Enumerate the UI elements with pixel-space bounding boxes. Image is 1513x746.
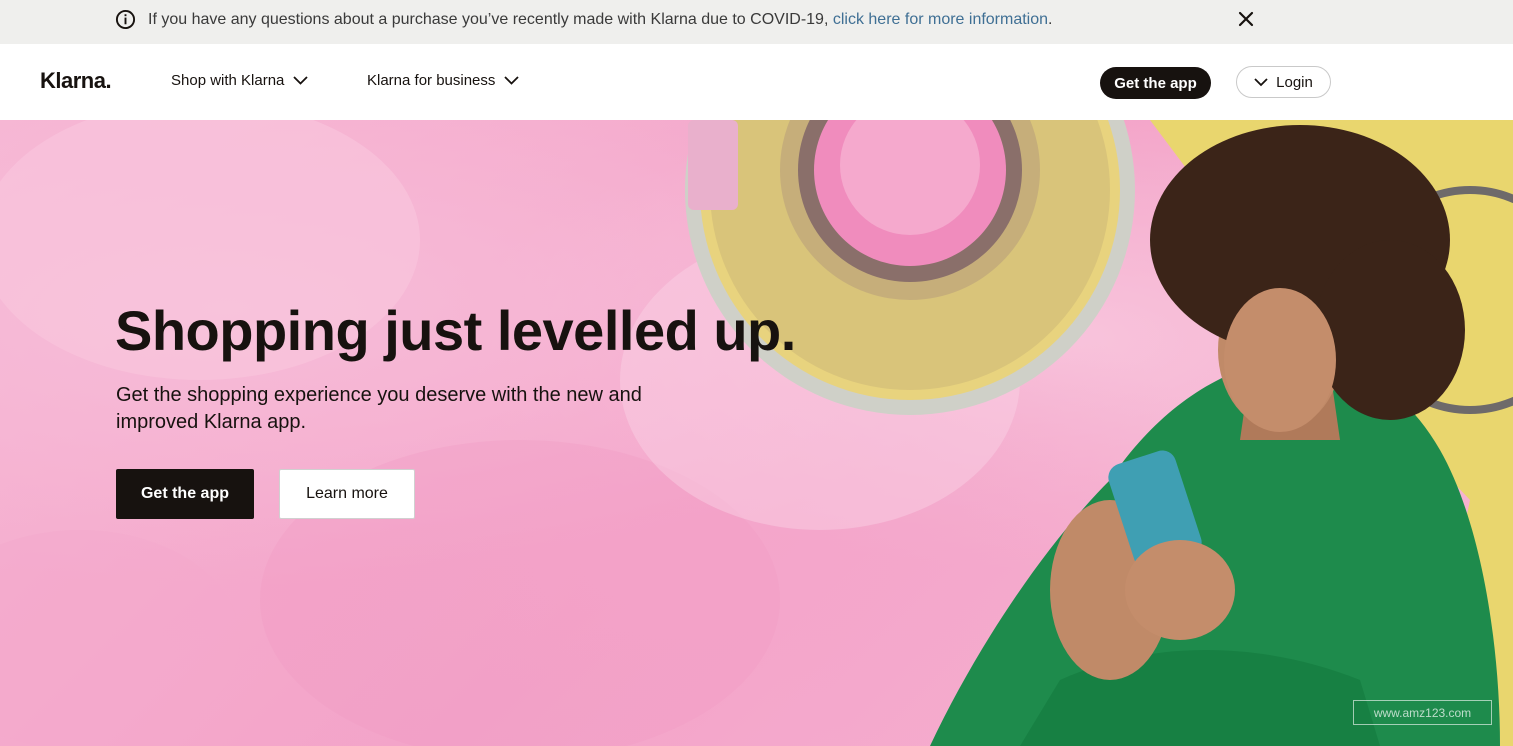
hero-get-app-button[interactable]: Get the app [116, 469, 254, 519]
nav-business-label: Klarna for business [367, 72, 496, 89]
site-header: Klarna. Shop with Klarna Klarna for busi… [0, 44, 1513, 120]
nav-klarna-for-business[interactable]: Klarna for business [367, 72, 520, 89]
chevron-down-icon [1254, 77, 1268, 86]
login-label: Login [1276, 73, 1313, 91]
notice-trailing: . [1048, 11, 1053, 28]
klarna-logo[interactable]: Klarna. [40, 68, 112, 94]
learn-more-button[interactable]: Learn more [279, 469, 415, 519]
info-icon [115, 9, 136, 30]
notice-message: If you have any questions about a purcha… [148, 11, 833, 28]
hero-section: Shopping just levelled up. Get the shopp… [0, 120, 1513, 746]
chevron-down-icon [504, 76, 520, 85]
notice-text: If you have any questions about a purcha… [148, 11, 1052, 29]
notice-info-link[interactable]: click here for more information [833, 11, 1048, 28]
nav-shop-with-klarna[interactable]: Shop with Klarna [171, 72, 309, 89]
login-button[interactable]: Login [1236, 66, 1331, 98]
close-icon[interactable] [1237, 10, 1255, 28]
header-get-app-button[interactable]: Get the app [1100, 67, 1211, 99]
watermark: www.amz123.com [1353, 700, 1492, 725]
nav-shop-label: Shop with Klarna [171, 72, 285, 89]
covid-notice-banner: If you have any questions about a purcha… [0, 0, 1513, 44]
chevron-down-icon [293, 76, 309, 85]
hero-subtitle: Get the shopping experience you deserve … [116, 384, 642, 433]
hero-title: Shopping just levelled up. [115, 299, 796, 362]
